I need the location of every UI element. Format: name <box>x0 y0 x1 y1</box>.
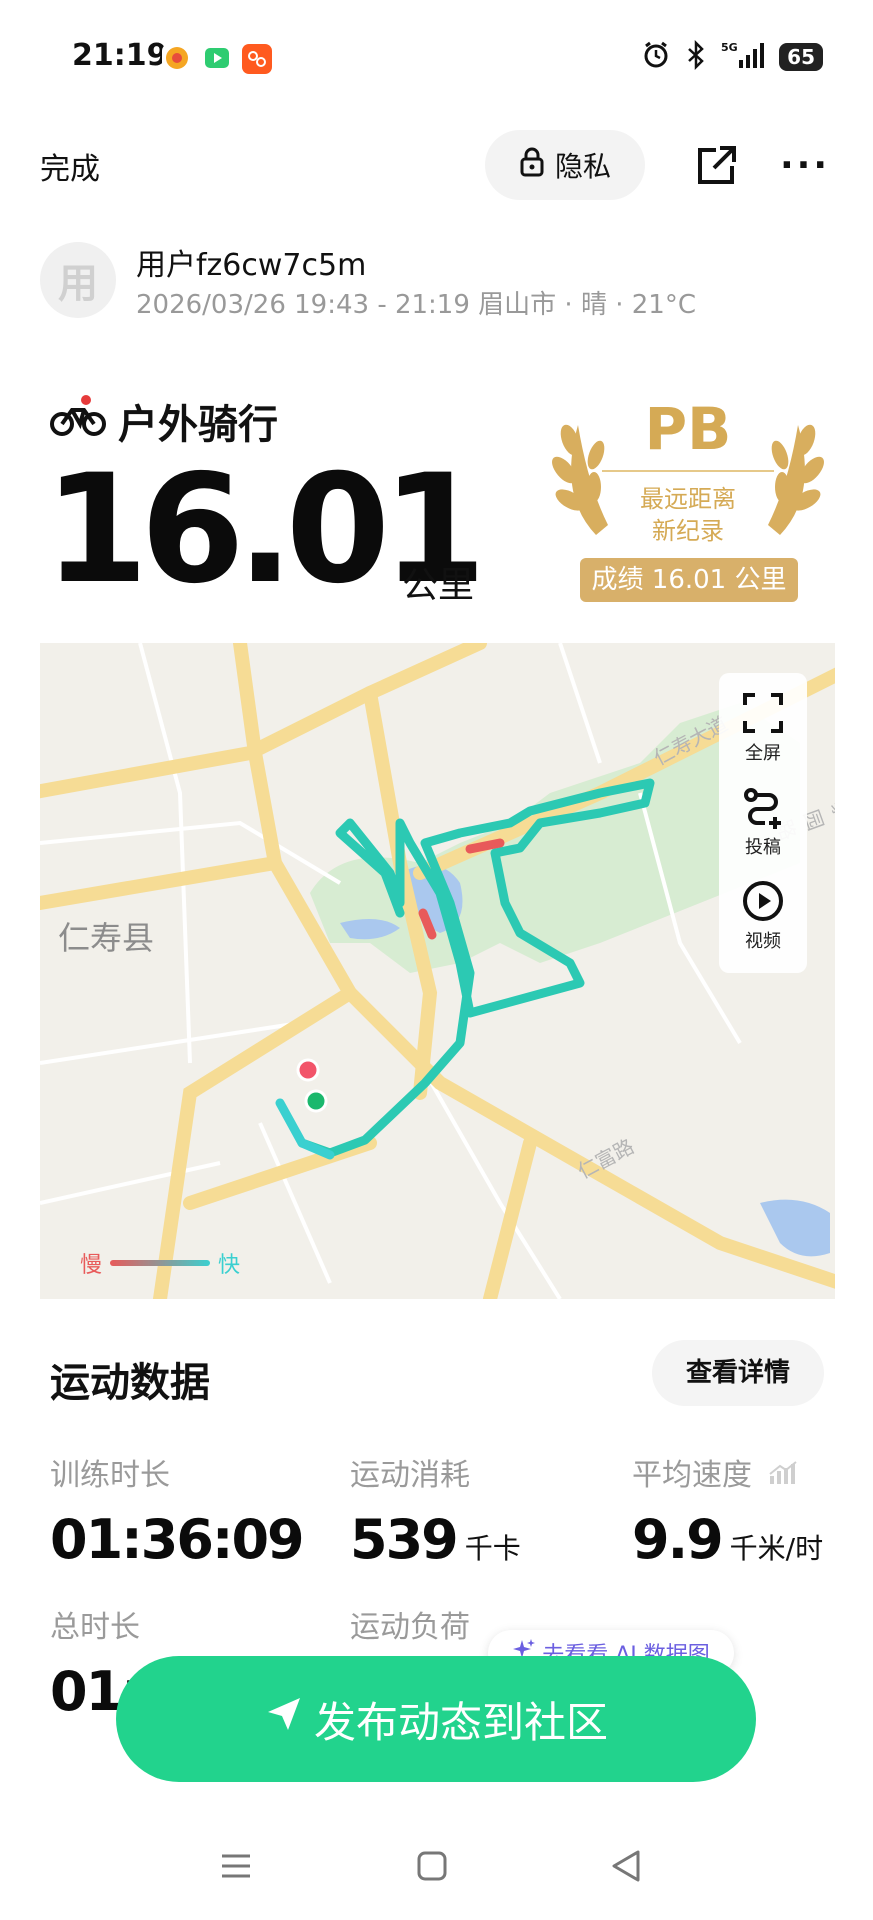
distance-unit: 公里 <box>402 565 475 606</box>
publish-to-community-button[interactable]: 发布动态到社区 <box>116 1656 756 1782</box>
pb-score: 成绩 16.01 公里 <box>580 558 798 602</box>
privacy-button[interactable]: 隐私 <box>485 130 645 200</box>
avatar[interactable]: 用 <box>40 242 116 318</box>
stat-value: 01:36:09 <box>50 1508 305 1571</box>
status-time: 21:19 <box>72 38 168 73</box>
play-icon <box>743 881 783 921</box>
fullscreen-button[interactable]: 全屏 <box>719 691 807 765</box>
fullscreen-label: 全屏 <box>745 743 781 764</box>
user-info: 用 用户fz6cw7c5m 2026/03/26 19:43 - 21:19 眉… <box>40 240 840 320</box>
legend-slow-label: 慢 <box>80 1253 103 1278</box>
map-place-label: 仁寿县 <box>58 919 155 957</box>
share-icon[interactable] <box>694 144 738 188</box>
shopping-app-icon <box>242 44 272 74</box>
video-label: 视频 <box>745 931 781 952</box>
stat-average-speed: 平均速度 9.9 千米/时 <box>632 1450 823 1571</box>
pb-divider <box>602 470 774 472</box>
lock-icon <box>519 147 545 184</box>
app-notification-icon <box>162 44 192 74</box>
bluetooth-icon <box>685 39 707 74</box>
legend-fast-label: 快 <box>218 1253 241 1278</box>
pb-subtitle-2: 新纪录 <box>652 517 724 545</box>
video-app-icon <box>202 44 232 74</box>
stat-label: 运动消耗 <box>350 1458 470 1493</box>
speed-legend: 慢 快 <box>80 1247 240 1279</box>
status-bar: 21:19 5G 65 <box>0 0 873 110</box>
stats-section-title: 运动数据 <box>50 1360 210 1406</box>
video-button[interactable]: 视频 <box>719 879 807 953</box>
stat-label: 总时长 <box>50 1610 140 1645</box>
top-action-bar: 完成 隐私 ··· <box>0 130 873 202</box>
more-options-button[interactable]: ··· <box>780 148 830 184</box>
privacy-label: 隐私 <box>554 150 611 183</box>
stat-label: 运动负荷 <box>350 1610 470 1645</box>
done-button[interactable]: 完成 <box>40 144 100 188</box>
battery-indicator: 65 <box>779 43 823 71</box>
fullscreen-icon <box>743 693 783 733</box>
map-toolbar: 全屏 投稿 视频 <box>719 673 807 973</box>
menu-icon[interactable] <box>216 1846 256 1886</box>
stat-calories: 运动消耗 539 千卡 <box>350 1450 521 1571</box>
activity-meta: 2026/03/26 19:43 - 21:19 眉山市 · 晴 · 21°C <box>136 290 696 320</box>
pb-subtitle-1: 最远距离 <box>640 485 736 513</box>
route-submit-label: 投稿 <box>745 837 781 858</box>
view-details-button[interactable]: 查看详情 <box>652 1340 824 1406</box>
activity-type: 户外骑行 <box>50 392 278 450</box>
trend-chart-icon[interactable] <box>768 1459 798 1494</box>
system-navigation-bar <box>0 1830 873 1920</box>
stat-unit: 千卡 <box>464 1532 521 1565</box>
send-icon <box>264 1694 304 1744</box>
alarm-icon <box>641 40 671 74</box>
stat-unit: 千米/时 <box>729 1532 824 1565</box>
stat-training-duration: 训练时长 01:36:09 <box>50 1450 305 1571</box>
pb-badge[interactable]: PB 最远距离 新纪录 成绩 16.01 公里 <box>548 395 828 610</box>
route-submit-icon <box>744 788 781 829</box>
legend-gradient <box>110 1260 211 1266</box>
back-icon[interactable] <box>606 1846 646 1886</box>
publish-label: 发布动态到社区 <box>313 1697 608 1747</box>
svg-text:5G: 5G <box>721 41 738 54</box>
stat-training-load: 运动负荷 <box>350 1602 470 1646</box>
stat-label: 训练时长 <box>50 1458 170 1493</box>
activity-type-label: 户外骑行 <box>118 402 278 448</box>
home-icon[interactable] <box>412 1846 452 1886</box>
bicycle-icon <box>50 394 106 448</box>
route-map[interactable]: 仁寿县 仁寿大道 仁富路 黎园路 全屏 投稿 视频 慢 快 <box>40 643 835 1299</box>
signal-5g-icon: 5G <box>721 40 765 74</box>
stat-value: 539 <box>350 1508 459 1571</box>
pb-title: PB <box>644 395 732 463</box>
stat-value: 9.9 <box>632 1508 724 1571</box>
stat-label: 平均速度 <box>632 1458 752 1493</box>
route-submit-button[interactable]: 投稿 <box>719 785 807 859</box>
user-name: 用户fz6cw7c5m <box>136 248 367 283</box>
